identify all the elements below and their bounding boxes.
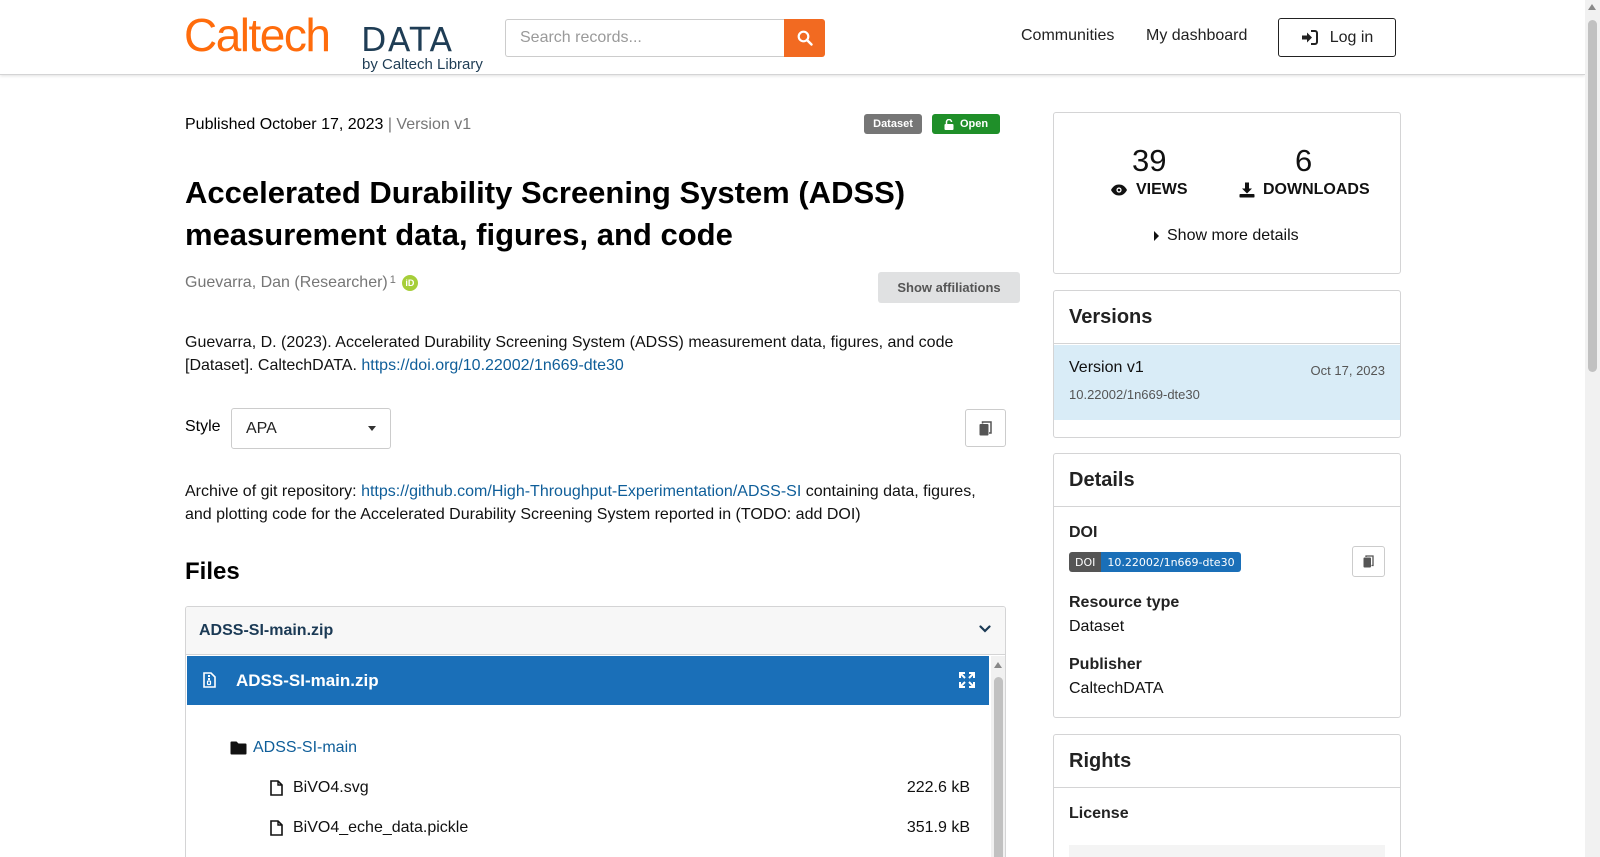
caret-right-icon [1154, 231, 1159, 241]
downloads-label: DOWNLOADS [1239, 181, 1370, 199]
publisher-value: CaltechDATA [1069, 680, 1164, 697]
views-label-text: VIEWS [1136, 181, 1188, 198]
show-more-details-label: Show more details [1167, 227, 1299, 244]
file-row[interactable]: BiVO4.svg 222.6 kB [270, 779, 970, 797]
expand-icon[interactable] [959, 672, 975, 688]
scroll-up-arrow-icon[interactable] [1588, 4, 1596, 10]
publisher-label: Publisher [1069, 656, 1142, 673]
files-accordion-header[interactable]: ADSS-SI-main.zip [186, 607, 1005, 655]
files-panel: ADSS-SI-main.zip ADSS-SI-main.zip ADSS-S… [185, 606, 1006, 857]
caret-down-icon [368, 426, 376, 431]
affiliation-number: 1 [389, 274, 396, 286]
doi-badge[interactable]: DOI 10.22002/1n669-dte30 [1069, 552, 1241, 572]
versions-heading: Versions [1054, 291, 1400, 344]
creator: Guevarra, Dan (Researcher) 1 iD [185, 274, 418, 292]
downloads-count: 6 [1295, 143, 1313, 178]
logo-by-text: by Caltech Library [362, 56, 483, 73]
file-icon [270, 780, 283, 796]
search-form [505, 19, 825, 57]
license-label: License [1069, 805, 1129, 822]
preview-archive-name: ADSS-SI-main.zip [236, 671, 379, 690]
author-name[interactable]: Guevarra, Dan (Researcher) [185, 274, 388, 292]
resource-type-value: Dataset [1069, 618, 1125, 635]
nav-my-dashboard-link[interactable]: My dashboard [1146, 27, 1247, 45]
citation-style-select[interactable]: APA [231, 408, 391, 449]
doi-badge-prefix: DOI [1069, 552, 1102, 572]
record-title: Accelerated Durability Screening System … [185, 175, 906, 252]
citation-text: Guevarra, D. (2023). Accelerated Durabil… [185, 331, 985, 377]
copy-icon [979, 420, 992, 435]
access-status-badge: Open [932, 114, 1000, 134]
copy-icon [1363, 555, 1374, 568]
downloads-label-text: DOWNLOADS [1263, 181, 1370, 198]
access-status-label: Open [959, 118, 989, 130]
caltechdata-logo[interactable]: Caltech DATA by Caltech Library [184, 12, 486, 74]
versions-card: Versions Version v1 Oct 17, 2023 10.2200… [1053, 290, 1401, 438]
views-label: VIEWS [1110, 181, 1188, 199]
file-icon [270, 820, 283, 836]
rights-card: Rights License [1053, 734, 1401, 857]
folder-icon [230, 741, 247, 755]
logo-caltech-text: Caltech [184, 9, 331, 61]
archive-name: ADSS-SI-main.zip [199, 621, 334, 639]
login-label: Log in [1329, 28, 1374, 46]
preview-scrollbar[interactable] [991, 656, 1005, 857]
unlock-icon [944, 118, 954, 130]
version-item[interactable]: Version v1 Oct 17, 2023 10.22002/1n669-d… [1054, 345, 1400, 420]
show-affiliations-button[interactable]: Show affiliations [878, 272, 1020, 303]
archive-preview-bar: ADSS-SI-main.zip [187, 656, 989, 705]
description-before: Archive of git repository: [185, 483, 357, 500]
copy-doi-button[interactable] [1352, 546, 1385, 577]
search-button[interactable] [784, 19, 825, 57]
views-count: 39 [1132, 143, 1167, 178]
download-icon [1239, 182, 1255, 198]
citation-style-label: Style [185, 418, 221, 435]
folder-name[interactable]: ADSS-SI-main [253, 739, 357, 757]
details-card: Details DOI DOI 10.22002/1n669-dte30 Res… [1053, 453, 1401, 718]
orcid-icon[interactable]: iD [401, 275, 418, 291]
version-label: | Version v1 [387, 116, 472, 133]
chevron-down-icon [979, 625, 991, 633]
file-zip-icon [203, 672, 216, 688]
details-heading: Details [1054, 454, 1400, 507]
resource-type-badge: Dataset [864, 114, 922, 134]
preview-scrollbar-thumb[interactable] [994, 677, 1003, 857]
published-date: Published October 17, 2023 [185, 116, 384, 133]
doi-badge-value: 10.22002/1n669-dte30 [1101, 552, 1241, 572]
license-box[interactable] [1069, 845, 1385, 857]
logo-data-text: DATA [361, 20, 455, 59]
rights-heading: Rights [1054, 735, 1400, 788]
page-scrollbar[interactable] [1585, 0, 1600, 857]
version-name[interactable]: Version v1 [1069, 359, 1144, 377]
file-name: BiVO4.svg [293, 779, 369, 796]
github-repository-link[interactable]: https://github.com/High-Throughput-Exper… [361, 483, 801, 500]
citation-doi-link[interactable]: https://doi.org/10.22002/1n669-dte30 [361, 357, 623, 374]
page-scrollbar-thumb[interactable] [1588, 20, 1597, 372]
preview-scroll-up-arrow-icon[interactable] [994, 662, 1002, 668]
file-row[interactable]: BiVO4_eche_data.pickle 351.9 kB [270, 819, 970, 837]
version-date: Oct 17, 2023 [1310, 363, 1385, 378]
search-icon [797, 30, 813, 46]
eye-icon [1111, 184, 1127, 196]
version-doi: 10.22002/1n669-dte30 [1069, 387, 1200, 402]
show-more-details-toggle[interactable]: Show more details [1154, 227, 1299, 245]
login-button[interactable]: Log in [1278, 18, 1396, 57]
publication-info: Published October 17, 2023 | Version v1 [185, 116, 471, 134]
record-description: Archive of git repository: https://githu… [185, 480, 985, 526]
search-input[interactable] [505, 19, 784, 57]
file-size: 222.6 kB [906, 779, 970, 796]
sign-in-icon [1301, 30, 1318, 45]
files-heading: Files [185, 558, 240, 585]
site-header: Caltech DATA by Caltech Library Communit… [0, 0, 1585, 75]
citation-style-value: APA [246, 419, 277, 437]
doi-label: DOI [1069, 524, 1098, 541]
file-size: 351.9 kB [906, 819, 970, 836]
copy-citation-button[interactable] [965, 409, 1006, 447]
nav-communities-link[interactable]: Communities [1021, 27, 1114, 45]
stats-card: 39 VIEWS 6 DOWNLOADS Show more details [1053, 112, 1401, 274]
resource-type-label: Resource type [1069, 594, 1180, 611]
file-name: BiVO4_eche_data.pickle [293, 819, 469, 836]
folder-row[interactable]: ADSS-SI-main [230, 739, 357, 757]
